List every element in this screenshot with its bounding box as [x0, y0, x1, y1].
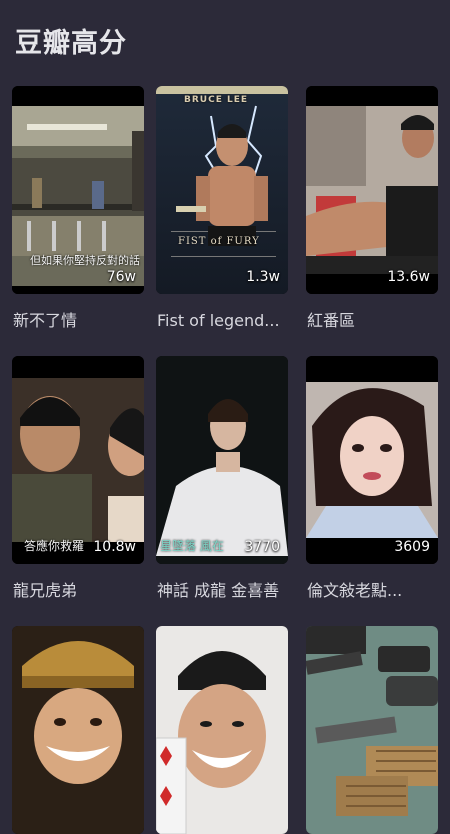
poster-image [306, 86, 438, 294]
movie-title[interactable]: 紅番區 [307, 310, 439, 332]
poster-image [156, 356, 288, 564]
movie-poster[interactable]: 13.6w [306, 86, 438, 294]
movie-poster[interactable] [12, 626, 144, 834]
poster-actor: BRUCE LEE [184, 95, 249, 105]
view-count: 13.6w [387, 269, 430, 285]
poster-image [12, 356, 144, 564]
view-count: 10.8w [93, 539, 136, 555]
movie-poster[interactable] [306, 626, 438, 834]
view-count: 76w [106, 269, 136, 285]
view-count: 1.3w [246, 269, 280, 285]
movie-title[interactable]: Fist of legend... [157, 310, 289, 332]
movie-grid: 但如果你堅持反對的話 76w 新不了情 BRUCE LEE FIST of FU… [0, 0, 450, 834]
poster-subtitle: 但如果你堅持反對的話 [30, 254, 140, 267]
movie-poster[interactable]: 3609 [306, 356, 438, 564]
movie-poster[interactable]: 答應你救羅 10.8w [12, 356, 144, 564]
poster-image [12, 626, 144, 834]
poster-image [156, 86, 288, 294]
movie-title[interactable]: 倫文敍老點... [307, 580, 439, 602]
poster-image [156, 626, 288, 834]
movie-poster[interactable] [156, 626, 288, 834]
poster-image [306, 356, 438, 564]
movie-poster[interactable]: BRUCE LEE FIST of FURY 1.3w [156, 86, 288, 294]
movie-title[interactable]: 神話 成龍 金喜善 [157, 580, 289, 602]
view-count: 3770 [244, 539, 280, 555]
movie-title[interactable]: 龍兄虎弟 [13, 580, 145, 602]
poster-image [306, 626, 438, 834]
movie-title[interactable]: 新不了情 [13, 310, 145, 332]
movie-poster[interactable]: 星墜落 風在 3770 [156, 356, 288, 564]
poster-subtitle: 星墜落 風在 [160, 539, 224, 553]
poster-title-text: FIST of FURY [178, 236, 260, 247]
movie-poster[interactable]: 但如果你堅持反對的話 76w [12, 86, 144, 294]
view-count: 3609 [394, 539, 430, 555]
poster-subtitle: 答應你救羅 [24, 539, 85, 553]
